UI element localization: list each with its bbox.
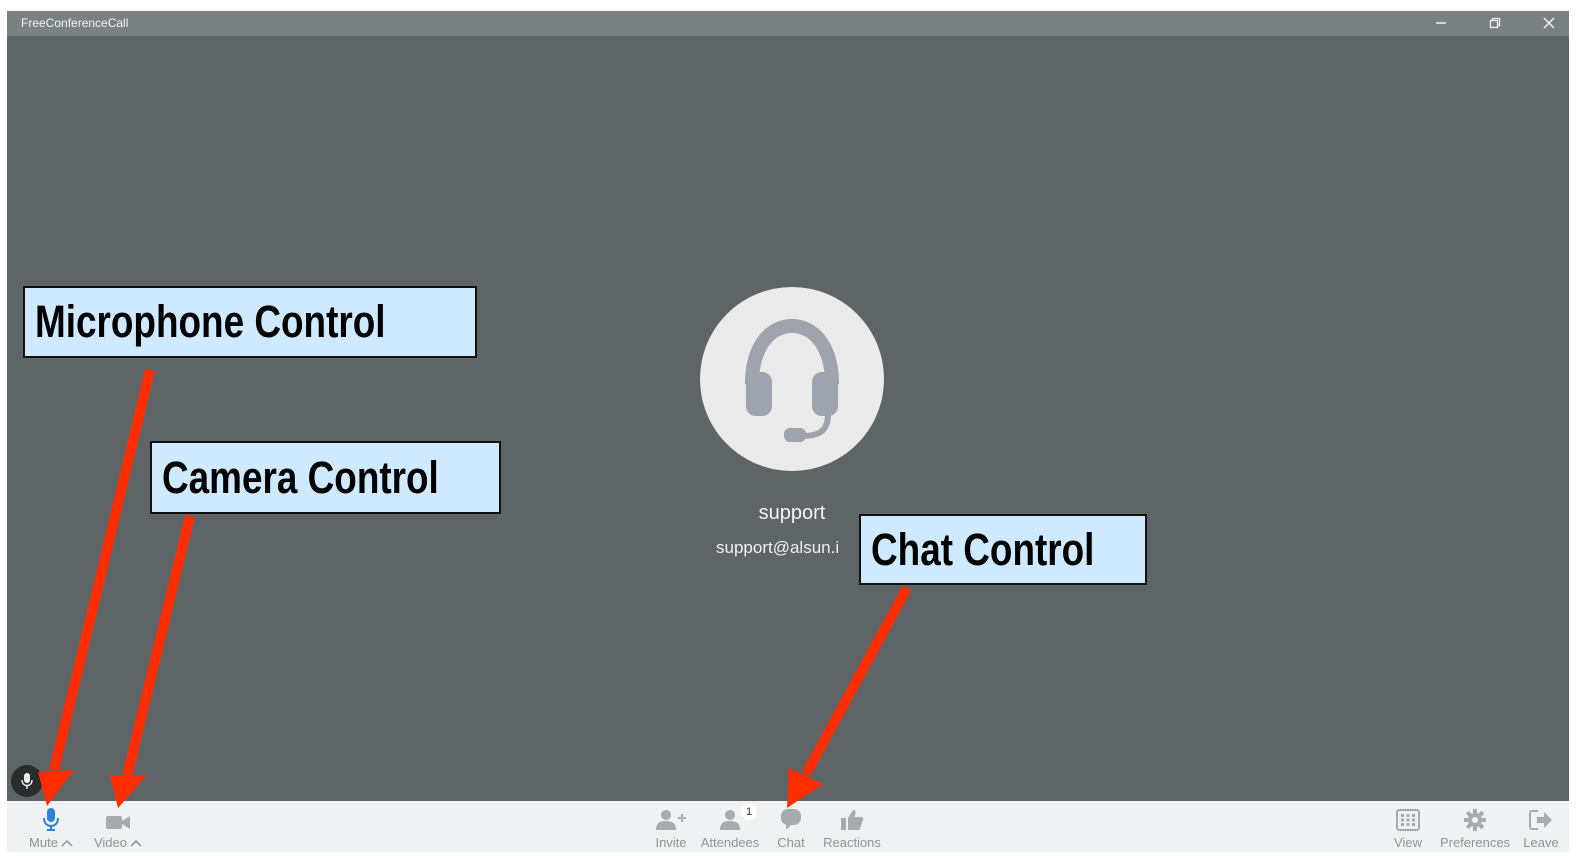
chat-label: Chat bbox=[777, 835, 805, 850]
attendee-count-badge: 1 bbox=[741, 804, 757, 820]
chevron-up-icon[interactable] bbox=[61, 839, 73, 847]
video-camera-icon bbox=[106, 816, 130, 829]
chat-button[interactable]: Chat bbox=[773, 801, 809, 852]
bottom-toolbar: Mute Video Invite 1 Attendees Chat React… bbox=[7, 801, 1569, 852]
reactions-label: Reactions bbox=[823, 835, 881, 850]
grid-view-icon bbox=[1396, 809, 1420, 831]
view-label: View bbox=[1394, 835, 1422, 850]
mute-label: Mute bbox=[29, 835, 58, 850]
minimize-icon[interactable] bbox=[1429, 13, 1453, 33]
video-label: Video bbox=[93, 835, 127, 850]
chevron-up-icon[interactable] bbox=[130, 839, 142, 847]
reactions-button[interactable]: Reactions bbox=[820, 801, 884, 852]
attendees-label: Attendees bbox=[700, 835, 760, 850]
chat-control-callout: Chat Control bbox=[859, 514, 1147, 585]
headset-icon bbox=[745, 318, 839, 442]
video-button[interactable]: Video bbox=[89, 801, 147, 852]
gear-icon bbox=[1464, 809, 1486, 831]
restore-icon[interactable] bbox=[1483, 13, 1507, 33]
participant-avatar bbox=[700, 287, 884, 471]
app-title: FreeConferenceCall bbox=[21, 16, 129, 30]
person-icon bbox=[720, 810, 740, 830]
microphone-icon bbox=[21, 773, 33, 789]
add-person-icon bbox=[656, 810, 686, 830]
mute-button[interactable]: Mute bbox=[23, 801, 79, 852]
microphone-icon bbox=[43, 808, 59, 831]
microphone-control-callout: Microphone Control bbox=[23, 286, 477, 358]
invite-label: Invite bbox=[655, 835, 687, 850]
view-button[interactable]: View bbox=[1389, 801, 1427, 852]
participant-email: support@alsun.i bbox=[716, 538, 840, 557]
chat-bubble-icon bbox=[781, 809, 801, 830]
mic-status-indicator bbox=[11, 765, 43, 797]
title-bar[interactable]: FreeConferenceCall bbox=[7, 11, 1569, 36]
invite-button[interactable]: Invite bbox=[650, 801, 692, 852]
camera-control-callout: Camera Control bbox=[150, 441, 501, 514]
attendees-button[interactable]: 1 Attendees bbox=[699, 801, 761, 852]
preferences-button[interactable]: Preferences bbox=[1435, 801, 1515, 852]
leave-button[interactable]: Leave bbox=[1521, 801, 1561, 852]
video-stage: support support@alsun.i bbox=[7, 36, 1569, 801]
conference-window: FreeConferenceCall support support@alsun… bbox=[7, 11, 1569, 852]
thumbs-up-icon bbox=[841, 810, 864, 830]
preferences-label: Preferences bbox=[1439, 835, 1511, 850]
close-icon[interactable] bbox=[1537, 13, 1561, 33]
leave-label: Leave bbox=[1523, 835, 1559, 850]
leave-icon bbox=[1529, 810, 1552, 830]
